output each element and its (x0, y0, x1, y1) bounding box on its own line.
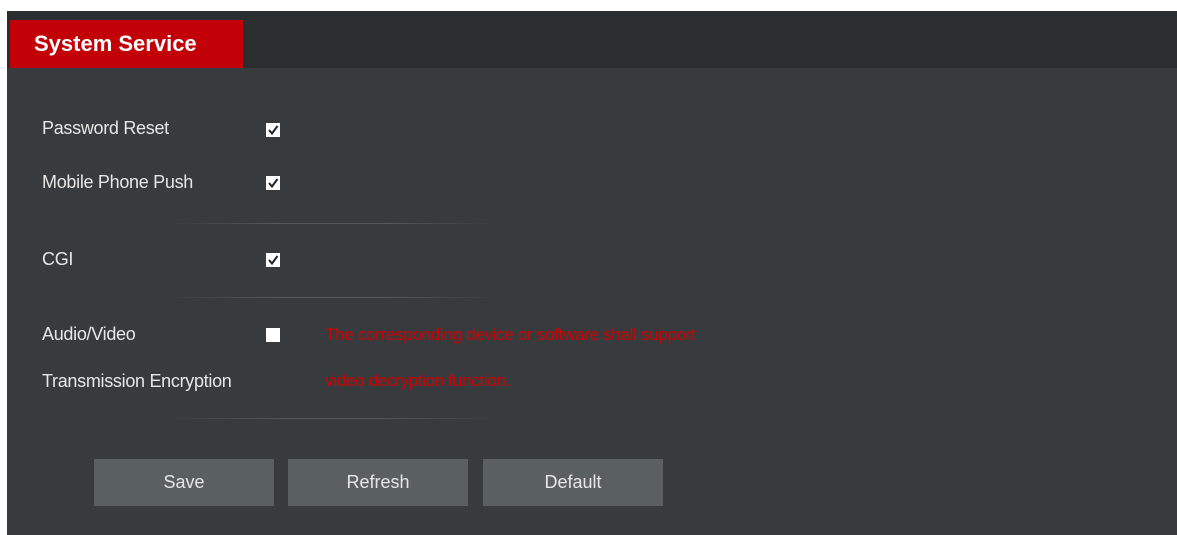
save-button[interactable]: Save (94, 459, 274, 506)
divider (167, 418, 497, 419)
av-encryption-note-line2: video decryption function. (325, 371, 510, 390)
mobile-phone-push-label: Mobile Phone Push (42, 172, 194, 192)
tab-bar: System Service (7, 11, 1177, 68)
password-reset-label: Password Reset (42, 118, 169, 138)
default-button[interactable]: Default (483, 459, 663, 506)
av-encryption-label: Audio/Video (42, 324, 136, 344)
av-encryption-note: The corresponding device or software sha… (325, 325, 696, 344)
system-service-panel: System Service Password Reset Mobile Pho… (7, 11, 1177, 535)
checkmark-icon (268, 125, 279, 136)
av-encryption-label-line2: Transmission Encryption (42, 371, 232, 391)
av-encryption-checkbox[interactable] (266, 328, 280, 342)
checkmark-icon (268, 255, 279, 266)
divider (167, 223, 497, 224)
mobile-phone-push-checkbox[interactable] (266, 176, 280, 190)
password-reset-checkbox[interactable] (266, 123, 280, 137)
divider (167, 297, 497, 298)
cgi-label: CGI (42, 249, 74, 269)
checkmark-icon (268, 178, 279, 189)
cgi-checkbox[interactable] (266, 253, 280, 267)
refresh-button[interactable]: Refresh (288, 459, 468, 506)
tab-system-service[interactable]: System Service (10, 20, 243, 68)
